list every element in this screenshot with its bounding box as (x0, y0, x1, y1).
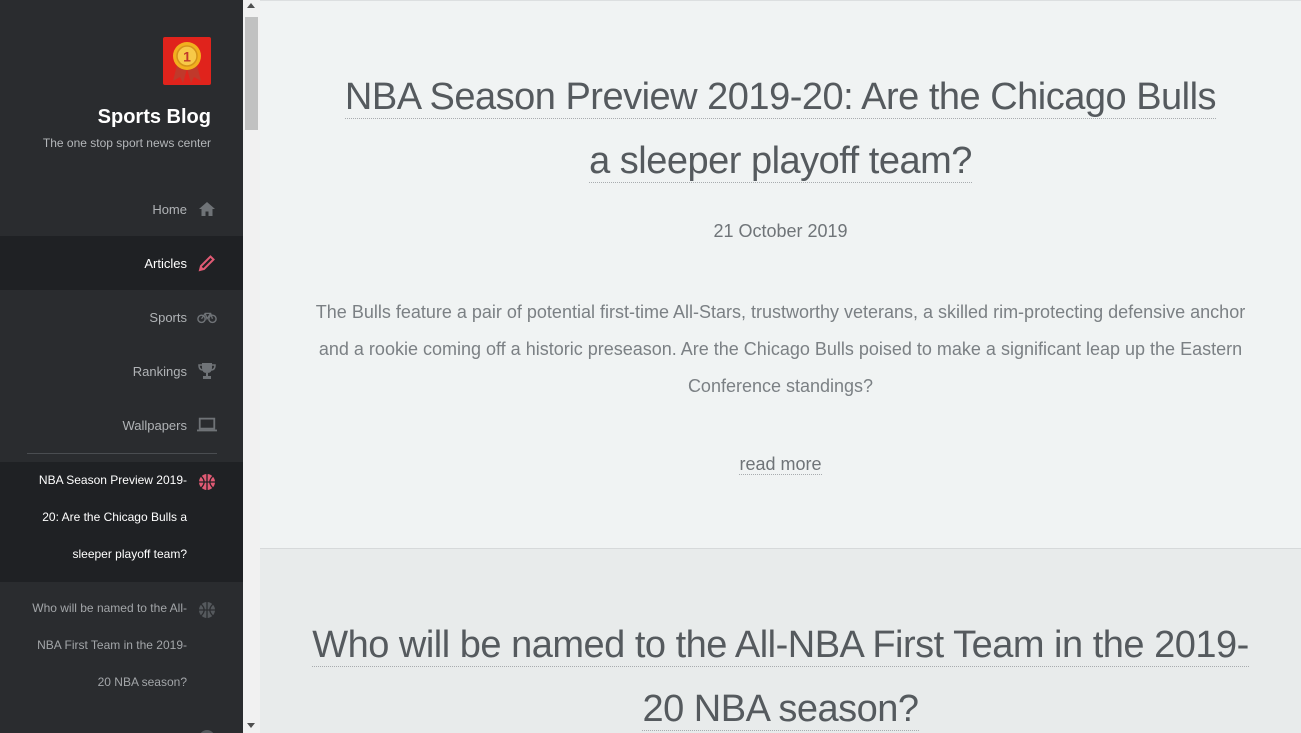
nav-item-rankings[interactable]: Rankings (0, 344, 243, 398)
article-card: NBA Season Preview 2019-20: Are the Chic… (260, 0, 1301, 548)
sidebar: 1 Sports Blog The one stop sport news ce… (0, 0, 243, 733)
basketball-icon (197, 470, 217, 490)
scrollbar[interactable] (243, 0, 260, 733)
nav-item-wallpapers[interactable]: Wallpapers (0, 398, 243, 452)
svg-text:1: 1 (183, 49, 191, 65)
basketball-icon (197, 726, 217, 733)
nav-item-home[interactable]: Home (0, 182, 243, 236)
nav-item-label: Sports (149, 309, 187, 325)
article-date: 21 October 2019 (713, 221, 848, 241)
read-more-wrap: read more (260, 454, 1301, 475)
scroll-thumb[interactable] (245, 17, 258, 130)
sidebar-post-nba-season-preview[interactable]: NBA Season Preview 2019-20: Are the Chic… (0, 462, 243, 582)
sidebar-post-next[interactable] (0, 718, 243, 733)
nav-divider (27, 453, 217, 454)
scroll-down-arrow-icon[interactable] (247, 723, 255, 728)
article-card: Who will be named to the All-NBA First T… (260, 548, 1301, 733)
site-title[interactable]: Sports Blog (98, 106, 211, 129)
article-title-wrap: NBA Season Preview 2019-20: Are the Chic… (340, 65, 1221, 193)
scroll-up-arrow-icon[interactable] (247, 3, 255, 8)
sidebar-post-label: NBA Season Preview 2019-20: Are the Chic… (38, 473, 187, 561)
nav-item-articles[interactable]: Articles (0, 236, 243, 290)
article-excerpt: The Bulls feature a pair of potential fi… (315, 302, 1246, 396)
nav-item-sports[interactable]: Sports (0, 290, 243, 344)
main-content: NBA Season Preview 2019-20: Are the Chic… (260, 0, 1301, 733)
bicycle-icon (197, 307, 217, 327)
medal-logo-icon[interactable]: 1 (163, 37, 211, 85)
nav-item-label: Articles (144, 255, 187, 271)
article-title[interactable]: Who will be named to the All-NBA First T… (312, 624, 1249, 731)
article-title-wrap: Who will be named to the All-NBA First T… (300, 613, 1261, 733)
nav-item-label: Wallpapers (122, 417, 187, 433)
nav-item-label: Rankings (132, 363, 187, 379)
sidebar-post-all-nba-first-team[interactable]: Who will be named to the All-NBA First T… (0, 590, 243, 710)
basketball-icon (197, 598, 217, 618)
nav-item-label: Home (152, 201, 187, 217)
sidebar-post-label: Who will be named to the All-NBA First T… (32, 601, 187, 689)
trophy-icon (197, 361, 217, 381)
home-icon (197, 199, 217, 219)
article-title[interactable]: NBA Season Preview 2019-20: Are the Chic… (344, 76, 1217, 183)
site-tagline: The one stop sport news center (42, 136, 211, 150)
laptop-icon (197, 415, 217, 435)
pencil-icon (197, 253, 217, 273)
read-more-link[interactable]: read more (739, 454, 822, 475)
